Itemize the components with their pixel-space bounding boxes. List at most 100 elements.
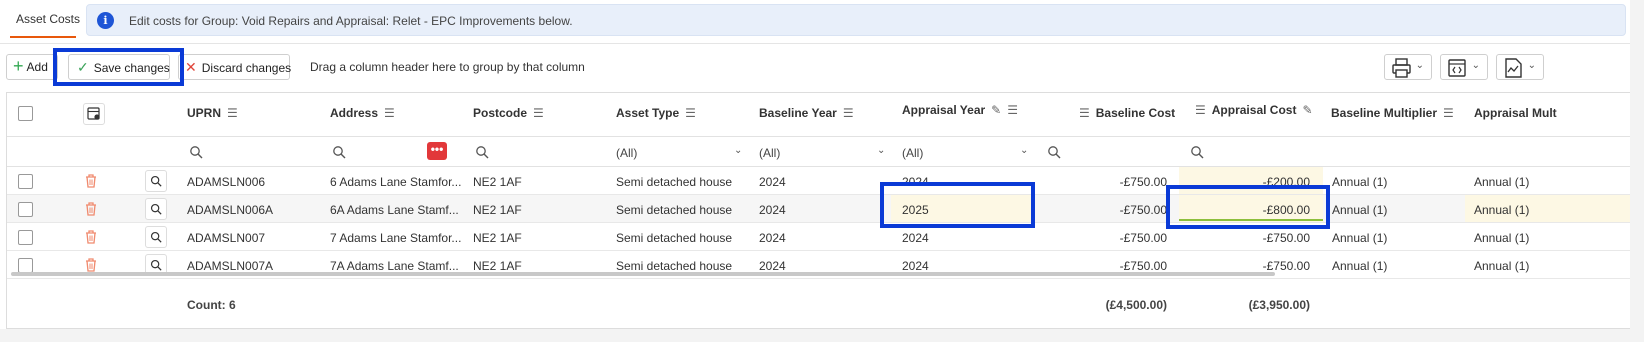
baseline-cost-cell[interactable]: -£750.00 — [1067, 231, 1167, 245]
postcode-cell[interactable]: NE2 1AF — [473, 175, 522, 189]
row-checkbox[interactable] — [18, 174, 33, 189]
asset-type-cell[interactable]: Semi detached house — [616, 203, 732, 217]
filter-lines-icon[interactable]: ☰ — [1007, 103, 1018, 117]
column-header-baseline-year[interactable]: Baseline Year ☰ — [759, 106, 854, 120]
baseline-cost-cell[interactable]: -£750.00 — [1067, 203, 1167, 217]
table-row[interactable]: ADAMSLN006A 6A Adams Lane Stamf... NE2 1AF… — [7, 195, 1630, 223]
appraisal-multiplier-cell[interactable]: Annual (1) — [1474, 175, 1529, 189]
filter-lines-icon[interactable]: ☰ — [533, 106, 544, 120]
search-icon[interactable] — [189, 145, 203, 159]
chevron-down-icon[interactable]: ⌄ — [877, 145, 885, 156]
uprn-cell[interactable]: ADAMSLN006A — [187, 203, 273, 217]
filter-lines-icon[interactable]: ☰ — [1443, 106, 1454, 120]
chevron-down-icon: ⌄ — [1527, 60, 1536, 71]
search-icon[interactable] — [1047, 145, 1061, 159]
baseline-cost-cell[interactable]: -£750.00 — [1067, 259, 1167, 273]
tab-asset-costs[interactable]: Asset Costs — [16, 12, 80, 26]
appraisal-multiplier-cell[interactable]: Annual (1) — [1474, 259, 1529, 273]
search-icon[interactable] — [1190, 145, 1204, 159]
table-settings-icon — [87, 107, 100, 120]
address-cell[interactable]: 6A Adams Lane Stamf... — [330, 203, 459, 217]
delete-trash-icon[interactable] — [84, 173, 98, 191]
baseline-year-cell[interactable]: 2024 — [759, 203, 786, 217]
printer-icon — [1392, 58, 1411, 78]
print-button[interactable]: ⌄ — [1384, 54, 1432, 80]
address-cell[interactable]: 7 Adams Lane Stamfor... — [330, 231, 461, 245]
chevron-down-icon[interactable]: ⌄ — [1020, 145, 1028, 156]
postcode-cell[interactable]: NE2 1AF — [473, 231, 522, 245]
asset-type-cell[interactable]: Semi detached house — [616, 175, 732, 189]
select-all-checkbox[interactable] — [18, 106, 33, 121]
discard-changes-button[interactable]: ✕ Discard changes — [178, 54, 291, 80]
baseline-year-cell[interactable]: 2024 — [759, 175, 786, 189]
filter-lines-icon[interactable]: ☰ — [1195, 103, 1206, 117]
uprn-cell[interactable]: ADAMSLN007A — [187, 259, 273, 273]
column-header-asset-type[interactable]: Asset Type ☰ — [616, 106, 696, 120]
appraisal-year-cell[interactable]: 2024 — [902, 259, 929, 273]
search-icon[interactable] — [475, 145, 489, 159]
asset-type-cell[interactable]: Semi detached house — [616, 259, 732, 273]
column-header-baseline-cost[interactable]: ☰ Baseline Cost — [1079, 106, 1175, 120]
baseline-cost-header-label: Baseline Cost — [1095, 106, 1176, 120]
address-header-label: Address — [330, 106, 379, 120]
column-header-baseline-multiplier[interactable]: Baseline Multiplier ☰ — [1331, 106, 1454, 120]
appraisal-year-cell[interactable]: 2024 — [902, 231, 929, 245]
asset-type-cell[interactable]: Semi detached house — [616, 231, 732, 245]
view-details-button[interactable] — [145, 226, 167, 248]
horizontal-scrollbar[interactable] — [11, 272, 1275, 276]
uprn-cell[interactable]: ADAMSLN006 — [187, 175, 265, 189]
appraisal-cost-cell[interactable]: -£750.00 — [1210, 259, 1310, 273]
banner-message: Edit costs for Group: Void Repairs and A… — [129, 14, 573, 28]
address-cell[interactable]: 6 Adams Lane Stamfor... — [330, 175, 461, 189]
baseline-year-cell[interactable]: 2024 — [759, 259, 786, 273]
filter-lines-icon[interactable]: ☰ — [227, 106, 238, 120]
baseline-multiplier-cell[interactable]: Annual (1) — [1332, 175, 1387, 189]
export-code-button[interactable]: ⌄ — [1440, 54, 1488, 80]
chevron-down-icon[interactable]: ⌄ — [734, 145, 742, 156]
add-button[interactable]: + Add — [6, 54, 58, 80]
filter-lines-icon[interactable]: ☰ — [384, 106, 395, 120]
baseline-multiplier-cell[interactable]: Annual (1) — [1332, 203, 1387, 217]
uprn-cell[interactable]: ADAMSLN007 — [187, 231, 265, 245]
group-panel-hint[interactable]: Drag a column header here to group by th… — [310, 60, 585, 74]
grid-toolbar: + Add ✓ Save changes ✕ Discard changes Drag… — [0, 52, 1630, 82]
export-chart-button[interactable]: ⌄ — [1496, 54, 1544, 80]
appraisal-multiplier-cell[interactable]: Annual (1) — [1474, 231, 1529, 245]
table-row[interactable]: ADAMSLN006 6 Adams Lane Stamfor... NE2 1AF… — [7, 167, 1630, 195]
column-header-appraisal-multiplier[interactable]: Appraisal Mult — [1474, 106, 1557, 120]
baseline-cost-cell[interactable]: -£750.00 — [1067, 175, 1167, 189]
postcode-cell[interactable]: NE2 1AF — [473, 203, 522, 217]
column-header-postcode[interactable]: Postcode ☰ — [473, 106, 544, 120]
filter-lines-icon[interactable]: ☰ — [1079, 106, 1090, 120]
delete-trash-icon[interactable] — [84, 201, 98, 219]
baseline-multiplier-cell[interactable]: Annual (1) — [1332, 231, 1387, 245]
filter-lines-icon[interactable]: ☰ — [843, 106, 854, 120]
appraisal-cost-cell[interactable]: -£750.00 — [1210, 231, 1310, 245]
column-header-address[interactable]: Address ☰ — [330, 106, 395, 120]
baseline-year-filter-select[interactable]: (All) — [759, 146, 780, 160]
row-checkbox[interactable] — [18, 230, 33, 245]
view-details-button[interactable] — [145, 198, 167, 220]
delete-trash-icon[interactable] — [84, 229, 98, 247]
postcode-cell[interactable]: NE2 1AF — [473, 259, 522, 273]
column-header-appraisal-year[interactable]: Appraisal Year ✎ ☰ — [902, 103, 1018, 117]
column-chooser-button[interactable] — [83, 103, 105, 125]
address-cell[interactable]: 7A Adams Lane Stamf... — [330, 259, 459, 273]
appraisal-multiplier-cell[interactable]: Annual (1) — [1474, 203, 1529, 217]
row-checkbox[interactable] — [18, 258, 33, 273]
filter-lines-icon[interactable]: ☰ — [685, 106, 696, 120]
row-checkbox[interactable] — [18, 202, 33, 217]
code-file-icon — [1448, 59, 1466, 77]
table-row[interactable]: ADAMSLN007 7 Adams Lane Stamfor... NE2 1AF… — [7, 223, 1630, 251]
view-details-button[interactable] — [145, 170, 167, 192]
save-button-highlight — [53, 48, 184, 86]
search-icon[interactable] — [332, 145, 346, 159]
appraisal-year-filter-select[interactable]: (All) — [902, 146, 923, 160]
baseline-multiplier-cell[interactable]: Annual (1) — [1332, 259, 1387, 273]
column-header-appraisal-cost[interactable]: ☰ Appraisal Cost ✎ — [1195, 103, 1313, 117]
baseline-year-cell[interactable]: 2024 — [759, 231, 786, 245]
asset-type-filter-select[interactable]: (All) — [616, 146, 637, 160]
column-header-uprn[interactable]: UPRN ☰ — [187, 106, 238, 120]
appraisal-cost-edit-highlight — [1166, 185, 1330, 229]
more-options-icon[interactable]: ••• — [427, 142, 447, 160]
